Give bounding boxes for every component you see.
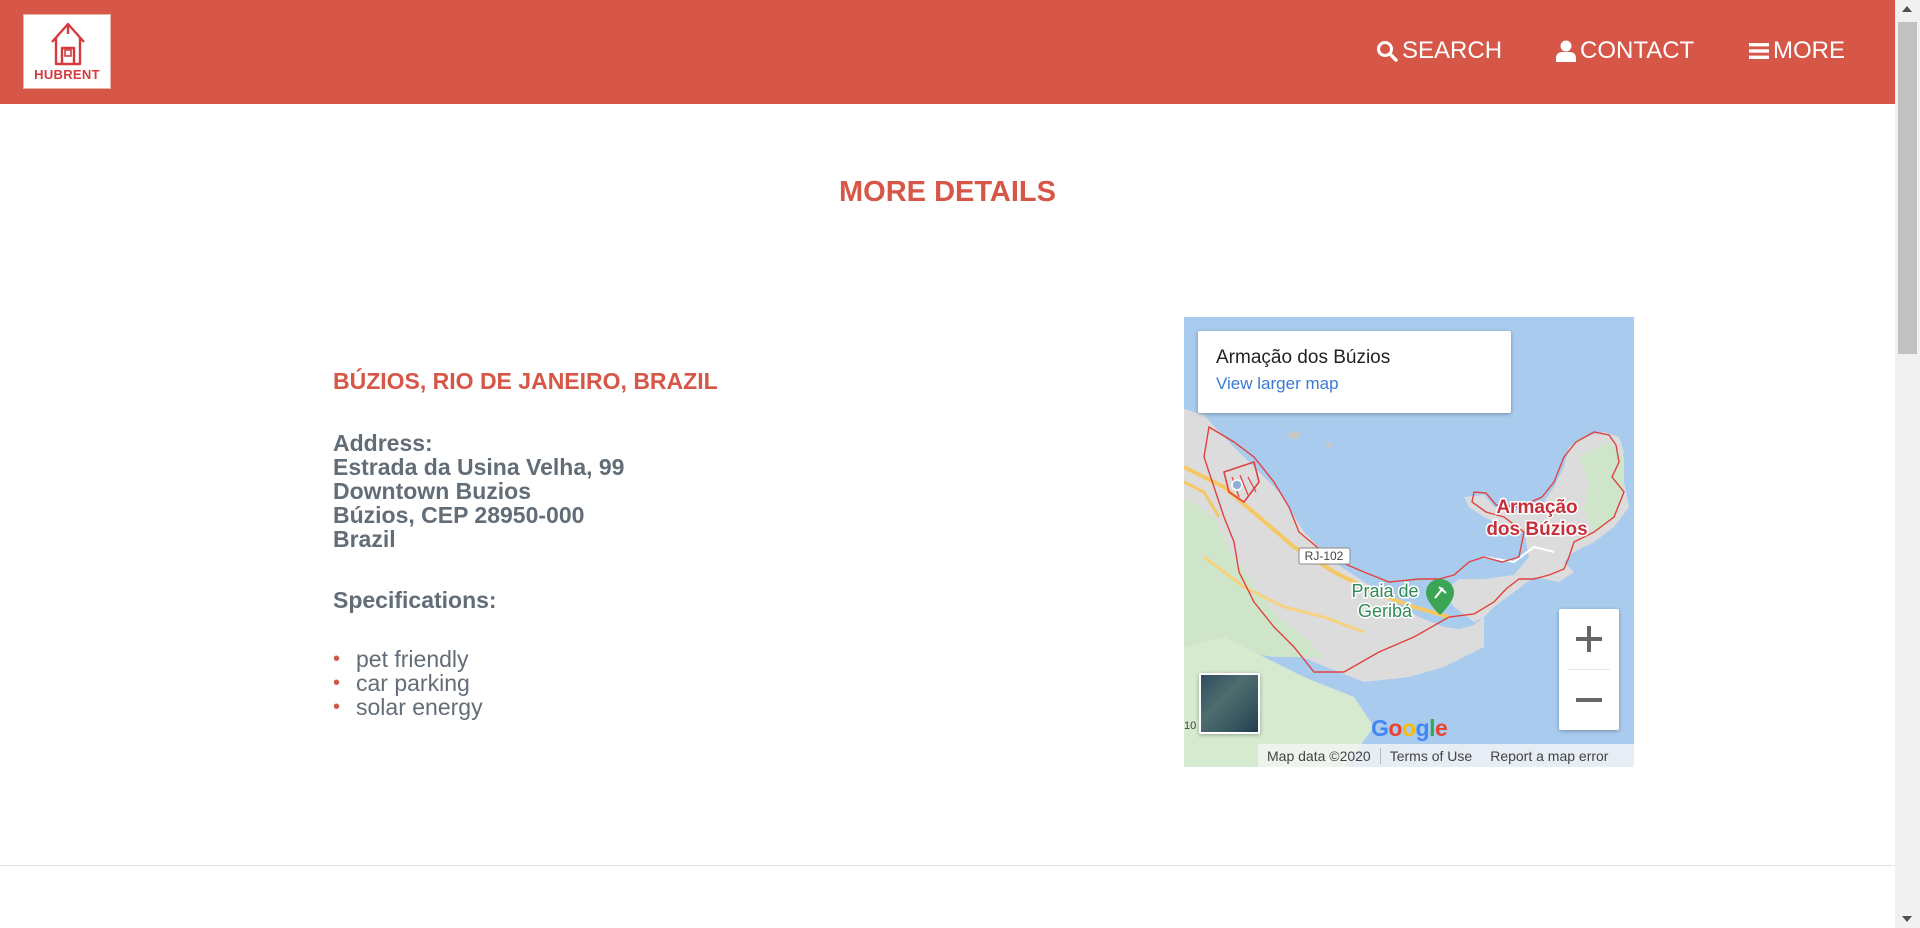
more-nav-link[interactable]: MORE (1749, 36, 1845, 66)
search-icon (1377, 41, 1398, 62)
list-item: • pet friendly (333, 647, 483, 671)
specification-text: car parking (356, 670, 470, 696)
report-map-error-link[interactable]: Report a map error (1481, 748, 1617, 764)
bullet-icon: • (333, 696, 341, 718)
bullet-icon: • (333, 648, 341, 670)
hubrent-logo[interactable]: HUBRENT (23, 14, 111, 89)
scroll-down-arrow-icon[interactable] (1902, 916, 1912, 922)
contact-nav-link[interactable]: CONTACT (1556, 36, 1694, 66)
property-location: BÚZIOS, RIO DE JANEIRO, BRAZIL (333, 368, 718, 394)
page-title: MORE DETAILS (839, 176, 1056, 208)
search-nav-link[interactable]: SEARCH (1376, 36, 1502, 66)
beach-label-line2: Geribá (1358, 601, 1413, 621)
search-nav-label: SEARCH (1402, 37, 1503, 64)
address-block: Address: Estrada da Usina Velha, 99 Down… (333, 431, 624, 551)
address-label: Address: (333, 430, 433, 456)
contact-nav-label: CONTACT (1580, 37, 1695, 64)
zoom-out-button[interactable] (1559, 670, 1619, 730)
minus-icon (1576, 698, 1602, 702)
list-item: • car parking (333, 671, 483, 695)
address-line: Búzios, CEP 28950-000 (333, 502, 585, 528)
google-logo[interactable]: Google (1371, 715, 1448, 742)
address-line: Downtown Buzios (333, 478, 532, 504)
map-attribution-bar: Map data ©2020 Terms of Use Report a map… (1258, 744, 1634, 767)
map-data-text: Map data ©2020 (1267, 747, 1371, 764)
view-larger-map-link[interactable]: View larger map (1216, 374, 1339, 394)
more-nav-label: MORE (1773, 37, 1845, 64)
map-place-name: Armação dos Búzios (1216, 347, 1391, 368)
city-label-line2: dos Búzios (1486, 519, 1587, 540)
satellite-layer-toggle[interactable] (1199, 673, 1260, 734)
top-nav-bar: HUBRENT SEARCH CONTACT MORE (0, 0, 1895, 104)
list-item: • solar energy (333, 695, 483, 719)
road-label: RJ-102 (1305, 549, 1344, 563)
address-line: Brazil (333, 526, 396, 552)
address-line: Estrada da Usina Velha, 99 (333, 454, 625, 480)
page-scrollbar[interactable] (1895, 0, 1920, 928)
bullet-icon: • (333, 672, 341, 694)
specifications-label: Specifications: (333, 587, 497, 613)
section-divider (0, 865, 1895, 866)
zoom-in-button[interactable] (1559, 609, 1619, 669)
logo-text: HUBRENT (34, 67, 100, 82)
specification-text: solar energy (356, 694, 483, 720)
embedded-map[interactable]: RJ-102 Armação dos Búzios Praia de Gerib… (1184, 317, 1634, 767)
map-edge-label: 10 (1184, 720, 1196, 732)
map-zoom-control (1559, 609, 1619, 730)
scroll-up-arrow-icon[interactable] (1902, 6, 1912, 12)
menu-icon (1749, 43, 1769, 59)
map-info-card: Armação dos Búzios View larger map (1198, 331, 1511, 413)
city-label-line1: Armação (1496, 497, 1577, 518)
plus-icon (1576, 626, 1602, 652)
house-logo-icon (51, 22, 85, 66)
specification-text: pet friendly (356, 646, 469, 672)
specifications-list: • pet friendly • car parking • solar energy (333, 647, 483, 719)
terms-of-use-link[interactable]: Terms of Use (1381, 748, 1481, 764)
scroll-thumb[interactable] (1898, 22, 1917, 354)
user-icon (1556, 40, 1576, 62)
beach-label-line1: Praia de (1351, 581, 1418, 601)
